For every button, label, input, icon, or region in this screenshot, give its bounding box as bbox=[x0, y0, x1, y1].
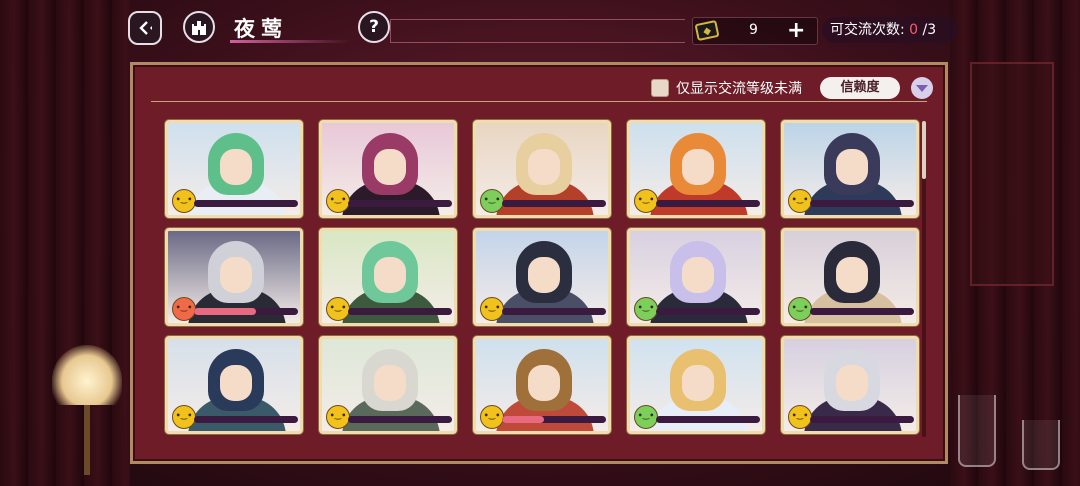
chevron-down-icon bbox=[916, 84, 928, 92]
character-portrait-face bbox=[220, 365, 252, 401]
character-card[interactable]: •‿• bbox=[165, 120, 303, 218]
trust-progress-bar bbox=[810, 308, 914, 315]
add-currency-button[interactable]: + bbox=[787, 18, 805, 43]
mood-face-icon: •‿• bbox=[172, 189, 196, 213]
character-card[interactable]: •‿• bbox=[627, 228, 765, 326]
divider bbox=[151, 101, 927, 102]
trust-progress-bar bbox=[348, 308, 452, 315]
mood-face-icon: •‿• bbox=[480, 189, 504, 213]
mood-face-icon: •‿• bbox=[634, 297, 658, 321]
filter-label[interactable]: 仅显示交流等级未满 bbox=[676, 78, 802, 98]
ticket-icon: ◆ bbox=[694, 19, 720, 42]
mood-face-icon: •‿• bbox=[788, 297, 812, 321]
trust-progress-bar bbox=[656, 416, 760, 423]
trust-progress-bar bbox=[810, 200, 914, 207]
mood-face-icon: •‿• bbox=[634, 189, 658, 213]
character-card[interactable]: •‿• bbox=[319, 120, 457, 218]
character-card[interactable]: •‿• bbox=[473, 336, 611, 434]
character-card[interactable]: •‿• bbox=[473, 120, 611, 218]
exchange-counter: 可交流次数: 0 /3 bbox=[830, 19, 936, 39]
mood-face-icon: •‿• bbox=[172, 297, 196, 321]
curtain-left bbox=[0, 0, 130, 486]
character-card[interactable]: •‿• bbox=[627, 336, 765, 434]
character-portrait-face bbox=[374, 257, 406, 293]
trust-progress-fill bbox=[502, 416, 544, 423]
character-portrait-face bbox=[374, 365, 406, 401]
trust-progress-bar bbox=[502, 308, 606, 315]
character-card[interactable]: •‿• bbox=[165, 336, 303, 434]
mood-face-icon: •‿• bbox=[788, 405, 812, 429]
lamp-stand bbox=[84, 405, 90, 475]
trust-progress-bar bbox=[502, 416, 606, 423]
exchange-label: 可交流次数: bbox=[830, 22, 905, 38]
mood-face-icon: •‿• bbox=[326, 189, 350, 213]
mood-face-icon: •‿• bbox=[788, 189, 812, 213]
character-portrait-face bbox=[682, 149, 714, 185]
character-card[interactable]: •‿• bbox=[165, 228, 303, 326]
scrollbar-thumb[interactable] bbox=[922, 121, 926, 179]
character-card[interactable]: •‿• bbox=[319, 336, 457, 434]
home-button[interactable] bbox=[183, 11, 215, 43]
top-bar: 夜莺 ? ◆ 9 + 可交流次数: 0 /3 bbox=[0, 0, 1080, 56]
mood-face-icon: •‿• bbox=[326, 405, 350, 429]
back-button[interactable] bbox=[128, 11, 162, 45]
character-portrait-face bbox=[220, 149, 252, 185]
wall-frame bbox=[970, 62, 1054, 286]
trust-progress-bar bbox=[656, 308, 760, 315]
sort-toggle-button[interactable] bbox=[911, 77, 933, 99]
character-card[interactable]: •‿• bbox=[319, 228, 457, 326]
character-portrait-face bbox=[682, 257, 714, 293]
character-portrait-face bbox=[528, 365, 560, 401]
trust-progress-bar bbox=[194, 200, 298, 207]
page-title: 夜莺 bbox=[234, 16, 288, 41]
mood-face-icon: •‿• bbox=[634, 405, 658, 429]
character-panel: 仅显示交流等级未满 信赖度 •‿• •‿• •‿• •‿• •‿• •‿• •‿• •‿• •‿… bbox=[130, 62, 948, 464]
mood-face-icon: •‿• bbox=[326, 297, 350, 321]
trust-progress-fill bbox=[194, 308, 257, 315]
exchange-total: /3 bbox=[922, 22, 937, 38]
character-portrait-face bbox=[220, 257, 252, 293]
character-portrait-face bbox=[374, 149, 406, 185]
mood-face-icon: •‿• bbox=[172, 405, 196, 429]
trust-progress-bar bbox=[194, 416, 298, 423]
character-portrait-face bbox=[836, 257, 868, 293]
sort-button[interactable]: 信赖度 bbox=[820, 77, 900, 99]
trust-progress-bar bbox=[194, 308, 298, 315]
help-button[interactable]: ? bbox=[358, 11, 390, 43]
trust-progress-bar bbox=[348, 200, 452, 207]
top-decor-line bbox=[390, 19, 685, 43]
currency-value: 9 bbox=[749, 22, 758, 38]
trust-progress-bar bbox=[810, 416, 914, 423]
mood-face-icon: •‿• bbox=[480, 405, 504, 429]
character-card[interactable]: •‿• bbox=[781, 228, 919, 326]
character-portrait-face bbox=[528, 257, 560, 293]
character-portrait-face bbox=[836, 365, 868, 401]
title-decoration bbox=[230, 40, 350, 43]
exchange-current: 0 bbox=[909, 22, 919, 38]
character-card[interactable]: •‿• bbox=[627, 120, 765, 218]
trust-progress-bar bbox=[656, 200, 760, 207]
trust-progress-bar bbox=[502, 200, 606, 207]
filter-checkbox[interactable] bbox=[651, 79, 669, 97]
character-portrait-face bbox=[528, 149, 560, 185]
character-portrait-face bbox=[682, 365, 714, 401]
back-arrow-icon bbox=[139, 21, 152, 35]
character-card[interactable]: •‿• bbox=[781, 120, 919, 218]
trust-progress-bar bbox=[348, 416, 452, 423]
mood-face-icon: •‿• bbox=[480, 297, 504, 321]
character-portrait-face bbox=[836, 149, 868, 185]
character-card[interactable]: •‿• bbox=[473, 228, 611, 326]
wine-glass bbox=[958, 395, 996, 467]
character-card[interactable]: •‿• bbox=[781, 336, 919, 434]
castle-icon bbox=[192, 21, 206, 35]
currency-counter: ◆ 9 + bbox=[692, 17, 818, 45]
tumbler-glass bbox=[1022, 420, 1060, 470]
